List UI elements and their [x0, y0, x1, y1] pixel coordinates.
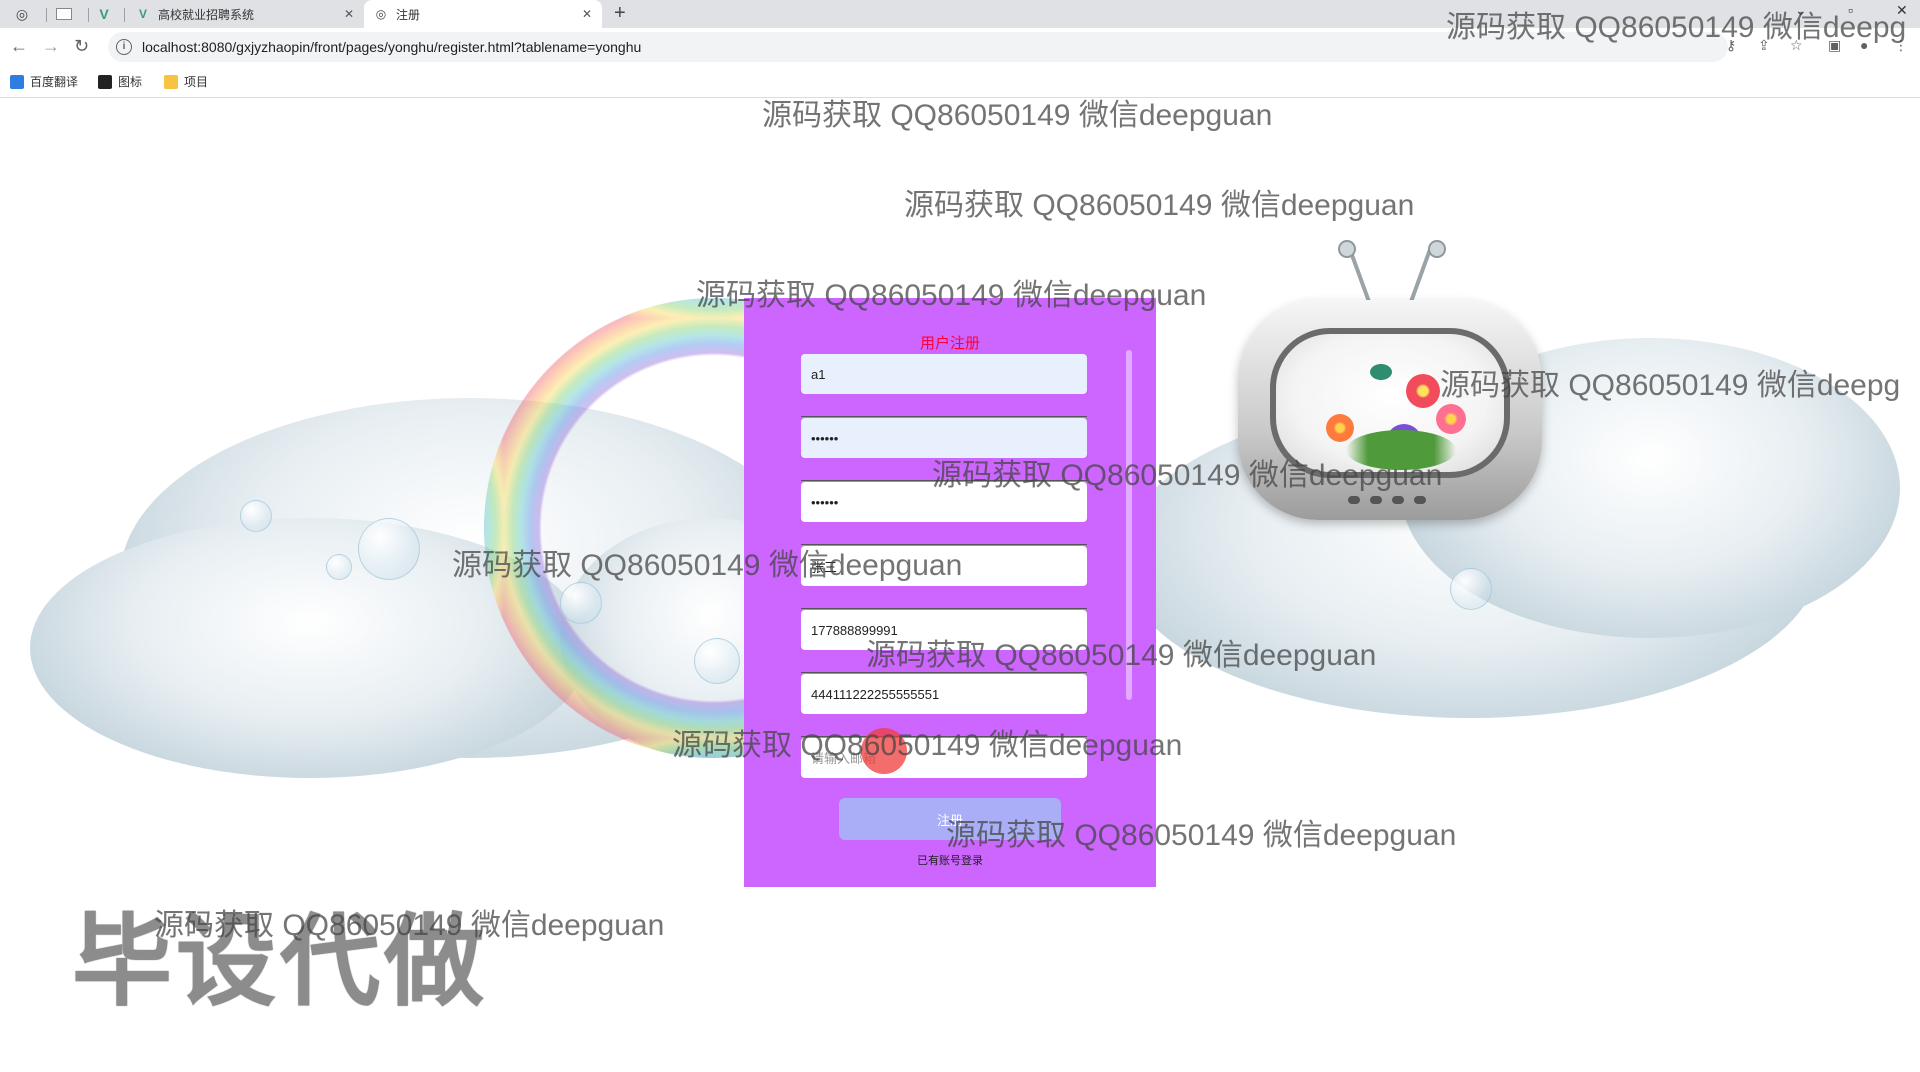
tv-antenna-ball	[1338, 240, 1356, 258]
bookmark-baidu-translate[interactable]: 百度翻译	[10, 73, 78, 90]
bubble-image	[694, 638, 740, 684]
close-tab-icon[interactable]: ✕	[582, 7, 592, 21]
tv-antenna-ball	[1428, 240, 1446, 258]
register-title: 用户注册	[919, 335, 980, 352]
retro-tv-image	[1238, 240, 1542, 520]
tab-divider	[124, 8, 125, 22]
panel-scrollbar[interactable]	[1126, 350, 1132, 700]
tv-antenna	[1408, 249, 1432, 305]
account-row	[801, 354, 1087, 417]
profile-icon[interactable]: ●	[1860, 37, 1868, 53]
cursor-highlight	[861, 728, 907, 774]
password-row	[801, 418, 1087, 481]
watermark-text: 源码获取 QQ86050149 微信deepguan	[904, 189, 1415, 222]
address-bar[interactable]: i localhost:8080/gxjyzhaopin/front/pages…	[108, 32, 1728, 62]
maximize-icon[interactable]: ▫	[1848, 2, 1853, 18]
tab-register[interactable]: ◎ 注册 ✕	[364, 0, 602, 28]
tab-strip: ◎ V V 高校就业招聘系统 ✕ ◎ 注册 ✕ + ⌄ ▫ ✕	[0, 0, 1920, 28]
forward-arrow-icon[interactable]: →	[42, 36, 60, 57]
bird-image	[1370, 364, 1392, 380]
bubble-image	[326, 554, 352, 580]
account-input[interactable]	[801, 354, 1087, 394]
confirm-password-row	[801, 482, 1087, 545]
page-icon	[56, 8, 72, 20]
tv-knob	[1348, 496, 1360, 504]
bubble-image	[1450, 568, 1492, 610]
phone-input[interactable]	[801, 610, 1087, 650]
bubble-image	[358, 518, 420, 580]
bookmarks-bar: 百度翻译 图标 项目	[0, 66, 1920, 98]
leaves-image	[1346, 430, 1456, 470]
reload-icon[interactable]: ↻	[74, 36, 89, 57]
bubble-image	[560, 582, 602, 624]
register-button[interactable]: 注册	[839, 798, 1061, 840]
tv-antenna	[1348, 249, 1372, 305]
bubble-image	[240, 500, 272, 532]
menu-icon[interactable]: ⋮	[1894, 37, 1908, 54]
browser-toolbar: ← → ↻ i localhost:8080/gxjyzhaopin/front…	[0, 28, 1920, 66]
tv-knob	[1414, 496, 1426, 504]
close-tab-icon[interactable]: ✕	[344, 7, 354, 21]
bookmark-label: 项目	[184, 75, 209, 89]
bookmark-project[interactable]: 项目	[164, 73, 208, 90]
pinned-tab-page[interactable]	[50, 0, 78, 28]
new-tab-button[interactable]: +	[614, 2, 626, 25]
watermark-text: 源码获取 QQ86050149 微信deepguan	[762, 99, 1273, 132]
url-text: localhost:8080/gxjyzhaopin/front/pages/y…	[142, 39, 642, 55]
bookmark-label: 百度翻译	[30, 75, 79, 89]
tab-recruitment-system[interactable]: V 高校就业招聘系统 ✕	[126, 0, 364, 28]
globe-icon: ◎	[15, 5, 29, 22]
key-icon[interactable]: ⚷	[1726, 37, 1736, 54]
bookmark-label: 图标	[118, 75, 143, 89]
id-card-row	[801, 674, 1087, 737]
tv-knob	[1392, 496, 1404, 504]
translate-icon	[10, 74, 24, 89]
password-input[interactable]	[801, 418, 1087, 458]
tab-title: 注册	[396, 7, 421, 22]
tv-screen	[1270, 328, 1510, 478]
phone-row	[801, 610, 1087, 673]
back-arrow-icon[interactable]: ←	[10, 36, 28, 57]
vue-icon: V	[99, 6, 109, 22]
vue-icon: V	[138, 7, 147, 21]
star-icon[interactable]: ☆	[1790, 37, 1803, 54]
tab-divider	[46, 8, 47, 22]
sidebar-icon[interactable]: ▣	[1828, 37, 1841, 54]
name-row	[801, 546, 1087, 609]
tv-knob	[1370, 496, 1382, 504]
info-icon[interactable]: i	[116, 39, 132, 55]
email-row	[801, 738, 1087, 801]
id-card-input[interactable]	[801, 674, 1087, 714]
page-content: 用户注册 注册 已有账号登录 毕设代做 源码获取 QQ86050149 微信de…	[0, 98, 1920, 1072]
folder-icon	[164, 74, 178, 89]
pinned-tab-vue[interactable]: V	[90, 0, 118, 28]
image-icon	[98, 74, 112, 89]
tab-divider	[88, 8, 89, 22]
globe-icon: ◎	[375, 7, 387, 21]
big-watermark-text: 毕设代做	[72, 906, 488, 1018]
bookmark-icons[interactable]: 图标	[98, 73, 142, 90]
share-icon[interactable]: ⇪	[1758, 37, 1770, 54]
tab-title: 高校就业招聘系统	[158, 7, 255, 22]
flower-image	[1406, 374, 1440, 408]
minimize-icon[interactable]: ⌄	[1795, 2, 1807, 19]
name-input[interactable]	[801, 546, 1087, 586]
flower-image	[1436, 404, 1466, 434]
register-panel: 用户注册 注册 已有账号登录	[744, 298, 1156, 887]
login-link[interactable]: 已有账号登录	[744, 852, 1156, 868]
confirm-password-input[interactable]	[801, 482, 1087, 522]
pinned-tab-globe[interactable]: ◎	[8, 0, 36, 28]
email-input[interactable]	[801, 738, 1087, 778]
flower-image	[1326, 414, 1354, 442]
close-window-icon[interactable]: ✕	[1896, 2, 1908, 19]
